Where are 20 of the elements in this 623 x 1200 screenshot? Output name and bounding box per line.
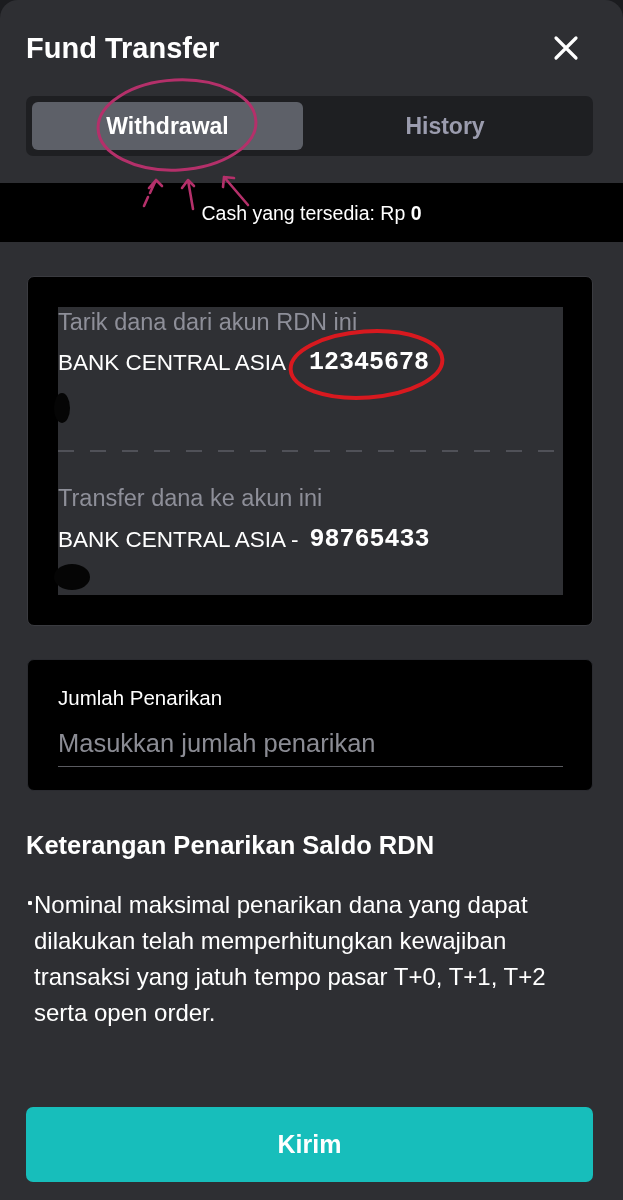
account-label: Transfer dana ke akun ini	[58, 485, 324, 511]
bullet-icon	[28, 901, 32, 905]
account-label: Tarik dana dari akun RDN ini	[58, 309, 359, 335]
close-icon	[553, 35, 579, 61]
notes-heading: Keterangan Penarikan Saldo RDN	[26, 831, 436, 859]
close-button[interactable]	[553, 35, 579, 61]
bank-name: BANK CENTRAL ASIA -	[58, 528, 299, 552]
account-number: 12345678	[309, 351, 430, 375]
dialog-title: Fund Transfer	[26, 31, 220, 66]
account-number: 98765433	[309, 528, 430, 552]
amount-field[interactable]: Jumlah Penarikan Masukkan jumlah penarikan	[27, 659, 593, 791]
balance-text: Cash yang tersedia: Rp 0	[201, 200, 422, 225]
tab[interactable]: Withdrawal	[32, 102, 303, 150]
tab[interactable]: History	[303, 102, 587, 150]
redaction-blot	[54, 393, 70, 423]
note-text: Nominal maksimal penarikan dana yang dapat dilakukan telah memperhitungkan kewajiban transaksi yang jatuh tempo pasar T+0, T+1, T+2 serta open order.	[34, 890, 547, 1028]
amount-input[interactable]: Masukkan jumlah penarikan	[58, 729, 563, 767]
redaction-blot	[54, 564, 90, 590]
bank-name: BANK CENTRAL ASIA	[58, 351, 286, 375]
field-label: Jumlah Penarikan	[58, 688, 224, 708]
